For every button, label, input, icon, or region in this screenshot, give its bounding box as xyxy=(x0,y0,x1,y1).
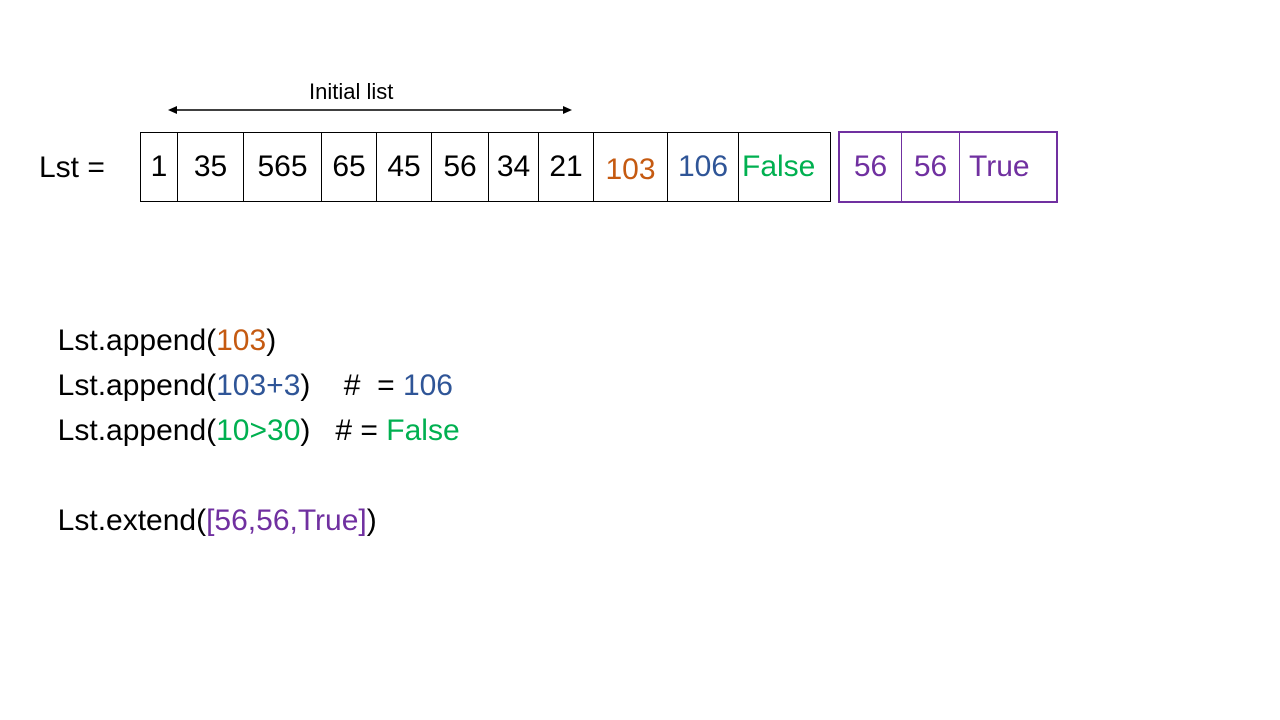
list-cell: 21 xyxy=(539,133,594,201)
code-line-extend: Lst.extend([56,56,True]) xyxy=(41,467,377,539)
list-cell: 65 xyxy=(322,133,377,201)
appended-cell-106: 106 xyxy=(668,133,739,201)
extended-strip: 56 56 True xyxy=(838,131,1058,203)
extended-cell: 56 xyxy=(840,133,902,201)
list-cell: 1 xyxy=(141,133,178,201)
code-token: ) xyxy=(366,504,377,537)
list-strip: 1 35 565 65 45 56 34 21 103 106 False xyxy=(140,132,831,202)
code-token: Lst.append( xyxy=(57,414,217,447)
code-line-append-false: Lst.append(10>30) # = False xyxy=(41,377,460,449)
list-cell: 56 xyxy=(432,133,489,201)
list-cell: 34 xyxy=(489,133,539,201)
list-cell: 45 xyxy=(377,133,432,201)
code-token: 10>30 xyxy=(216,414,301,447)
code-token: Lst.extend( xyxy=(57,504,207,537)
initial-list-caption: Initial list xyxy=(309,79,394,104)
list-cell: 35 xyxy=(178,133,244,201)
code-token: False xyxy=(386,414,460,447)
list-variable-label: Lst = xyxy=(39,151,105,184)
extended-cell: True xyxy=(969,150,1030,183)
list-cell: 565 xyxy=(244,133,322,201)
code-token: ) # = xyxy=(300,414,387,447)
appended-cell-false: False xyxy=(742,150,816,183)
code-token: [56,56,True] xyxy=(206,504,367,537)
appended-cell-103: 103 xyxy=(594,133,668,201)
extended-cell: 56 xyxy=(902,133,960,201)
